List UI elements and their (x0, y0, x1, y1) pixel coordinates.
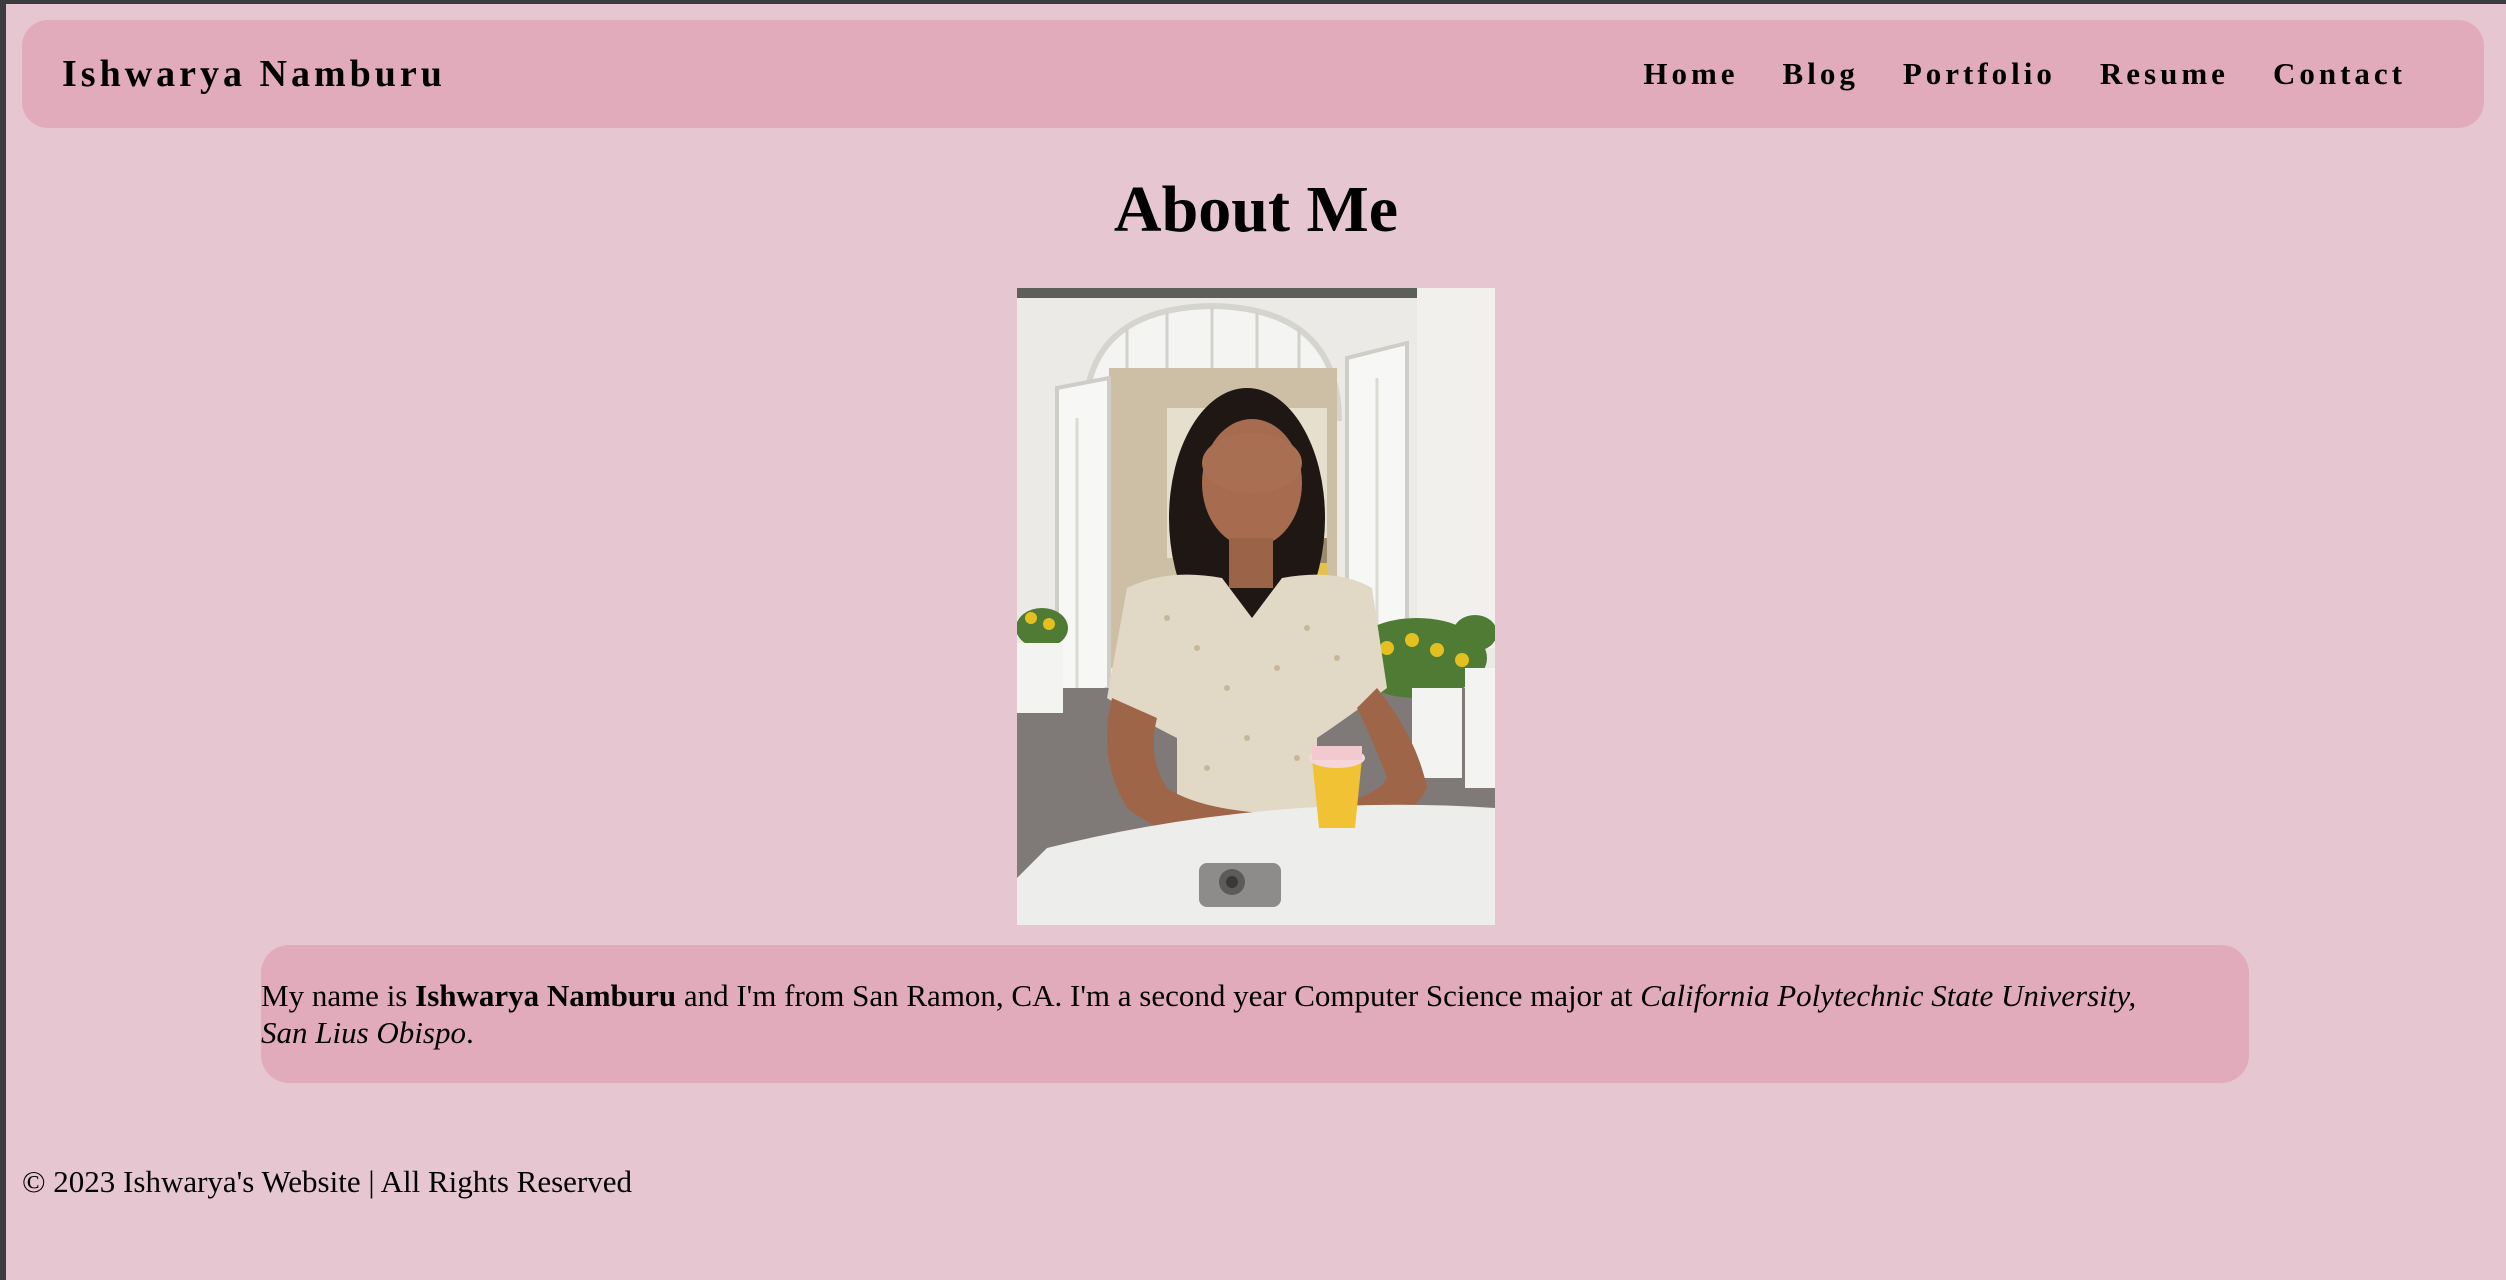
bio-line-2: San Lius Obispo. (261, 1014, 2249, 1051)
page-title: About Me (1113, 173, 1399, 246)
footer-copyright: © 2023 Ishwarya's Website | All Rights R… (22, 1164, 633, 1199)
main-nav: Home Blog Portfolio Resume Contact (1599, 20, 2406, 128)
bio-name: Ishwarya Namburu (415, 978, 677, 1013)
nav-portfolio-link[interactable]: Portfolio (1903, 56, 2056, 92)
profile-photo (1017, 288, 1495, 925)
navbar: Ishwarya Namburu Home Blog Portfolio Res… (22, 20, 2484, 128)
site-brand[interactable]: Ishwarya Namburu (62, 20, 446, 128)
bio-end-punctuation: . (465, 1015, 474, 1050)
bio-school-line-2: San Lius Obispo (261, 1015, 466, 1050)
page: Ishwarya Namburu Home Blog Portfolio Res… (6, 4, 2506, 1280)
nav-contact-link[interactable]: Contact (2273, 56, 2406, 92)
bio-school-line-1: California Polytechnic State University, (1640, 978, 2137, 1013)
bio-line-1: My name is Ishwarya Namburu and I'm from… (261, 977, 2249, 1014)
bio-panel: My name is Ishwarya Namburu and I'm from… (261, 945, 2249, 1083)
nav-blog-link[interactable]: Blog (1783, 56, 1859, 92)
bio-origin-text: and I'm from San Ramon, CA. I'm a second… (676, 978, 1641, 1013)
nav-home-link[interactable]: Home (1643, 56, 1738, 92)
bio-intro-text: My name is (261, 978, 416, 1013)
nav-resume-link[interactable]: Resume (2100, 56, 2229, 92)
